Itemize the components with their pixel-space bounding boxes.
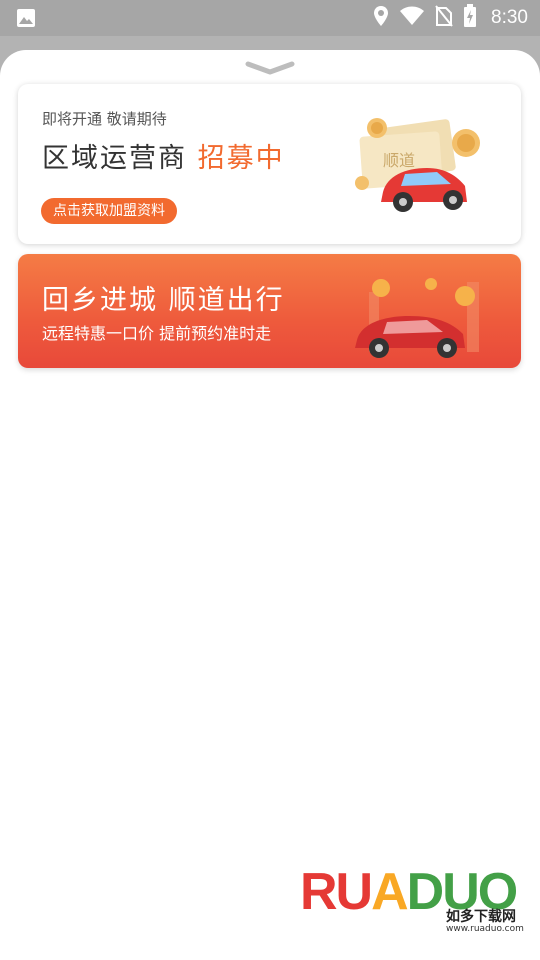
operator-recruit-card[interactable]: 即将开通 敬请期待 区域运营商 招募中 点击获取加盟资料 顺道 [18, 84, 521, 244]
recruit-subtitle: 即将开通 敬请期待 [42, 110, 167, 128]
status-time: 8:30 [491, 7, 528, 28]
car-ticket-coins-illustration: 顺道 [353, 104, 503, 228]
recruit-title: 区域运营商 招募中 [42, 136, 285, 175]
banner-tagline: 远程特惠一口价 提前预约准时走 [42, 324, 272, 343]
recruit-title-main: 区域运营商 [42, 143, 187, 174]
chevron-down-icon[interactable] [244, 60, 296, 80]
image-icon [16, 8, 36, 32]
banner-headline: 回乡进城 顺道出行 [42, 285, 285, 316]
watermark-brand-ru: RU [300, 863, 373, 921]
status-bar: 8:30 [0, 0, 540, 36]
battery-charging-icon [463, 4, 477, 32]
watermark-brand-a: A [371, 863, 409, 921]
location-icon [373, 5, 389, 31]
wifi-icon [399, 6, 425, 30]
get-franchise-info-button[interactable]: 点击获取加盟资料 [41, 198, 177, 224]
watermark-url: www.ruaduo.com [446, 924, 524, 934]
bottom-sheet: 即将开通 敬请期待 区域运营商 招募中 点击获取加盟资料 顺道 回乡进城 顺道出… [0, 50, 540, 960]
status-icons: 8:30 [373, 4, 528, 32]
no-sim-icon [435, 5, 453, 31]
hometown-ride-banner[interactable]: 回乡进城 顺道出行 远程特惠一口价 提前预约准时走 [18, 254, 521, 368]
watermark-chinese-name: 如多下载网 [446, 909, 516, 925]
ticket-label: 顺道 [383, 151, 415, 170]
ruaduo-watermark-logo: RUADUO 如多下载网 www.ruaduo.com [300, 862, 530, 950]
recruit-title-accent: 招募中 [197, 143, 285, 174]
red-car-coins-illustration [347, 264, 507, 364]
